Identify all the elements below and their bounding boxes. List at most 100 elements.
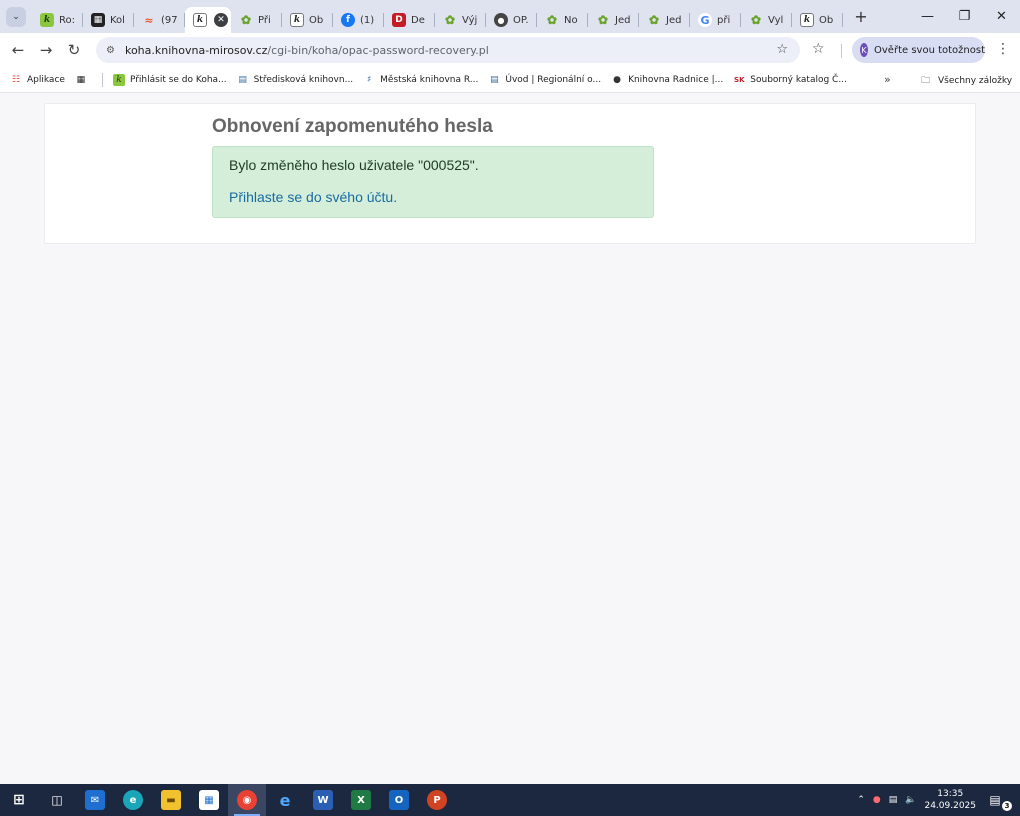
koha-white-icon: k [290, 13, 304, 27]
tab-7[interactable]: f (1) [333, 7, 384, 33]
folder-icon: ▬ [161, 790, 181, 810]
store-button[interactable]: ▦ [190, 784, 228, 816]
edge-icon: e [123, 790, 143, 810]
network-icon[interactable]: ▤ [889, 795, 898, 805]
restore-icon[interactable]: ❐ [946, 0, 983, 33]
excel-button[interactable]: X [342, 784, 380, 816]
notification-icon: ▤ [989, 793, 1001, 807]
tab-6[interactable]: k Ob [282, 7, 333, 33]
login-link[interactable]: Přihlaste se do svého účtu. [229, 189, 397, 205]
tab-13[interactable]: ✿ Jed [639, 7, 690, 33]
folder-icon: 🗀 [921, 76, 931, 86]
mail-button[interactable]: ✉ [76, 784, 114, 816]
chevron-up-icon[interactable]: ⌃ [857, 795, 865, 805]
word-icon: W [313, 790, 333, 810]
back-icon[interactable]: ← [4, 41, 32, 59]
close-window-icon[interactable]: ✕ [983, 0, 1020, 33]
divider [841, 44, 842, 58]
forward-icon[interactable]: → [32, 41, 60, 59]
divider [101, 72, 103, 87]
bookmark-apps[interactable]: ☷ Aplikace [10, 74, 65, 86]
profile-button[interactable]: K Ověřte svou totožnost [852, 37, 985, 63]
tab-3[interactable]: ≈ (97 [134, 7, 185, 33]
close-icon[interactable]: ✕ [214, 13, 228, 27]
tab-8[interactable]: D De [384, 7, 435, 33]
leaf-icon: ✿ [750, 13, 762, 27]
address-bar[interactable]: ⚙ koha.knihovna-mirosov.cz/cgi-bin/koha/… [96, 37, 800, 63]
tab-11[interactable]: ✿ No [537, 7, 588, 33]
leaf-icon: ✿ [444, 13, 456, 27]
wave-icon: ≈ [144, 13, 154, 27]
edge-button[interactable]: e [114, 784, 152, 816]
minimize-icon[interactable]: — [909, 0, 946, 33]
koha-icon: k [40, 13, 54, 27]
explorer-button[interactable]: ▬ [152, 784, 190, 816]
volume-icon[interactable]: 🔈 [905, 795, 916, 805]
system-tray: ⌃ ● ▤ 🔈 13:35 24.09.2025 ▤ 3 [857, 784, 1020, 816]
tab-strip: ⌄ k Ro: ▦ Kol ≈ (97 k ✕ ✿ Při k Ob f (1) D De ✿ V… [0, 0, 1020, 33]
figure-icon: ♯ [366, 74, 372, 85]
clock[interactable]: 13:35 24.09.2025 [924, 788, 976, 812]
task-view-icon: ◫ [51, 793, 63, 807]
url-host: koha.knihovna-mirosov.cz [124, 43, 268, 57]
koha-white-icon: k [193, 13, 207, 27]
leaf-icon: ✿ [546, 13, 558, 27]
plus-icon: + [854, 7, 868, 26]
all-bookmarks-button[interactable]: 🗀 Všechny záložky [921, 73, 1012, 89]
menu-icon[interactable]: ⋮ [996, 41, 1010, 57]
tab-2[interactable]: ▦ Kol [83, 7, 134, 33]
defender-icon[interactable]: ● [873, 795, 881, 805]
bookmark-uvod[interactable]: ▤ Úvod | Regionální o... [488, 74, 601, 86]
tab-12[interactable]: ✿ Jed [588, 7, 639, 33]
notification-button[interactable]: ▤ 3 [988, 791, 1012, 811]
bookmark-radnice[interactable]: ● Knihovna Radnice |... [611, 74, 723, 86]
notification-count: 3 [1002, 801, 1012, 811]
globe-icon: ● [613, 74, 621, 85]
start-button[interactable]: ⊞ [0, 784, 38, 816]
bookmark-strediskova[interactable]: ▤ Středisková knihovn... [237, 74, 353, 86]
taskbar: ⊞ ◫ ✉ e ▬ ▦ ◉ e W X O P ⌃ ● ▤ 🔈 13:35 24… [0, 784, 1020, 816]
outlook-button[interactable]: O [380, 784, 418, 816]
mail-icon: ✉ [85, 790, 105, 810]
success-alert: Bylo změněho heslo uživatele "000525". P… [212, 146, 654, 218]
tab-9[interactable]: ✿ Výj [435, 7, 486, 33]
task-view-button[interactable]: ◫ [38, 784, 76, 816]
powerpoint-button[interactable]: P [418, 784, 456, 816]
tab-16[interactable]: k Ob [792, 7, 843, 33]
apps-icon: ☷ [11, 74, 21, 85]
tab-14[interactable]: Gpři [690, 7, 741, 33]
outlook-icon: O [389, 790, 409, 810]
site-settings-icon[interactable]: ⚙ [106, 45, 115, 56]
bookmark-koha-login[interactable]: k Přihlásit se do Koha... [112, 73, 227, 86]
google-icon: G [698, 13, 712, 27]
book-icon: ▤ [238, 74, 247, 85]
tab-active[interactable]: k ✕ [185, 7, 231, 33]
book-icon: ▤ [490, 74, 499, 85]
chevron-down-icon: ⌄ [12, 11, 20, 22]
tab-5[interactable]: ✿ Při [231, 7, 282, 33]
tab-search-button[interactable]: ⌄ [6, 6, 26, 27]
browser-toolbar: ← → ↻ ⚙ koha.knihovna-mirosov.cz/cgi-bin… [0, 33, 1020, 67]
bookmarks-bar: ☷ Aplikace ▦ k Přihlásit se do Koha... ▤ St… [0, 67, 1020, 93]
new-tab-button[interactable]: + [851, 7, 871, 26]
tab-groups-button[interactable]: ▦ [75, 74, 92, 86]
bookmark-mestska[interactable]: ♯ Městská knihovna R... [363, 74, 478, 86]
tab-1[interactable]: k Ro: [32, 7, 83, 33]
reload-icon[interactable]: ↻ [60, 41, 88, 59]
chrome-button[interactable]: ◉ [228, 784, 266, 816]
windows-icon: ⊞ [13, 792, 25, 808]
ie-button[interactable]: e [266, 784, 304, 816]
clock-date: 24.09.2025 [924, 801, 976, 811]
tab-15[interactable]: ✿ Vyl [741, 7, 792, 33]
ie-icon: e [279, 790, 291, 810]
word-button[interactable]: W [304, 784, 342, 816]
koha-icon: k [112, 73, 125, 86]
bookmark-katalog[interactable]: SK Souborný katalog Č... [733, 74, 847, 86]
bookmark-star-icon[interactable]: ☆ [812, 41, 825, 57]
main-content: Obnovení zapomenutého hesla Bylo změněho… [44, 103, 976, 244]
skc-icon: SK [734, 75, 745, 84]
dv-icon: D [392, 13, 406, 27]
tab-10[interactable]: ● OP. [486, 7, 537, 33]
star-icon[interactable]: ☆ [776, 42, 788, 57]
more-bookmarks-icon[interactable]: » [884, 73, 891, 86]
